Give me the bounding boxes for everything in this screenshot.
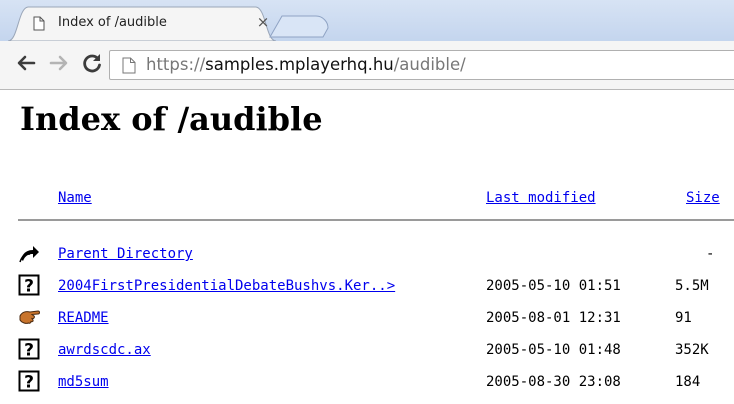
size-cell: 184 bbox=[675, 374, 701, 390]
sort-by-size-link[interactable]: Size bbox=[686, 190, 720, 206]
tab-title: Index of /audible bbox=[58, 15, 167, 30]
column-header-last-modified[interactable]: Last modified bbox=[486, 190, 596, 206]
unknown-file-icon: ? bbox=[18, 338, 40, 361]
reload-icon[interactable] bbox=[80, 51, 104, 75]
header-divider bbox=[18, 219, 734, 221]
new-tab-button[interactable] bbox=[268, 14, 330, 38]
size-cell: - bbox=[706, 246, 715, 262]
sort-by-date-link[interactable]: Last modified bbox=[486, 190, 596, 206]
last-modified-cell: 2005-08-01 12:31 bbox=[486, 310, 621, 326]
browser-toolbar: https://samples.mplayerhq.hu/audible/ bbox=[0, 41, 734, 90]
size-cell: 352K bbox=[675, 342, 709, 358]
forward-arrow-icon[interactable] bbox=[47, 51, 71, 75]
svg-text:?: ? bbox=[24, 277, 34, 297]
svg-text:?: ? bbox=[24, 373, 34, 393]
address-bar[interactable]: https://samples.mplayerhq.hu/audible/ bbox=[109, 50, 734, 80]
back-arrow-icon[interactable] bbox=[14, 51, 38, 75]
page-icon bbox=[33, 16, 45, 31]
browser-tab[interactable]: Index of /audible × bbox=[8, 6, 276, 41]
url-text: https://samples.mplayerhq.hu/audible/ bbox=[146, 55, 466, 74]
url-path: /audible/ bbox=[393, 55, 466, 74]
file-link[interactable]: README bbox=[58, 310, 109, 326]
last-modified-cell: 2005-05-10 01:48 bbox=[486, 342, 621, 358]
unknown-file-icon: ? bbox=[18, 274, 40, 297]
file-link[interactable]: Parent Directory bbox=[58, 246, 193, 262]
page-icon bbox=[122, 57, 136, 74]
url-host: samples.mplayerhq.hu bbox=[205, 55, 394, 74]
column-header-size[interactable]: Size bbox=[686, 190, 720, 206]
tab-strip: Index of /audible × bbox=[0, 0, 734, 41]
last-modified-cell: 2005-05-10 01:51 bbox=[486, 278, 621, 294]
file-link[interactable]: 2004FirstPresidentialDebateBushvs.Ker..> bbox=[58, 278, 395, 294]
unknown-file-icon: ? bbox=[18, 370, 40, 393]
pointing-hand-icon bbox=[18, 306, 40, 328]
page-title: Index of /audible bbox=[20, 100, 323, 138]
size-cell: 5.5M bbox=[675, 278, 709, 294]
table-row: README bbox=[58, 310, 109, 326]
column-header-name[interactable]: Name bbox=[58, 190, 92, 206]
svg-text:?: ? bbox=[24, 341, 34, 361]
file-link[interactable]: awrdscdc.ax bbox=[58, 342, 151, 358]
table-row: awrdscdc.ax bbox=[58, 342, 151, 358]
table-row: 2004FirstPresidentialDebateBushvs.Ker..> bbox=[58, 278, 395, 294]
table-row: Parent Directory bbox=[58, 246, 193, 262]
url-scheme: https:// bbox=[146, 55, 206, 74]
table-row: md5sum bbox=[58, 374, 109, 390]
file-link[interactable]: md5sum bbox=[58, 374, 109, 390]
sort-by-name-link[interactable]: Name bbox=[58, 190, 92, 206]
back-arrow-icon bbox=[18, 242, 40, 264]
last-modified-cell: 2005-08-30 23:08 bbox=[486, 374, 621, 390]
size-cell: 91 bbox=[675, 310, 692, 326]
